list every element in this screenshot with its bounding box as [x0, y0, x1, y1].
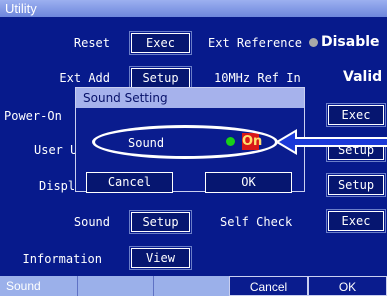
ext-reference-label: Ext Reference: [208, 36, 302, 50]
dialog-ok-button[interactable]: OK: [205, 172, 292, 193]
softkey-4[interactable]: Cancel: [229, 276, 308, 296]
ext-reference-indicator-icon: [309, 38, 318, 47]
sound-label: Sound: [73, 215, 110, 229]
power-on-label: Power-On: [4, 109, 62, 123]
ref-in-value: Valid: [343, 69, 383, 85]
self-check-label: Self Check: [220, 215, 293, 229]
window-title: Utility: [0, 0, 387, 17]
information-view-button[interactable]: View: [129, 246, 192, 270]
softkey-2[interactable]: [77, 276, 153, 296]
softkey-1[interactable]: Sound: [0, 276, 76, 296]
ext-reference-value[interactable]: Disable: [321, 34, 380, 50]
sound-setup-button[interactable]: Setup: [129, 210, 192, 234]
softkey-3[interactable]: [153, 276, 229, 296]
pointer-arrow-icon: [275, 129, 387, 155]
ext-add-setup-button[interactable]: Setup: [129, 66, 192, 90]
softkey-5[interactable]: OK: [308, 276, 387, 296]
power-on-exec-button[interactable]: Exec: [326, 103, 386, 127]
dialog-cancel-button[interactable]: Cancel: [86, 172, 173, 193]
display-setup-button[interactable]: Setup: [326, 173, 386, 197]
information-label: Information: [22, 252, 102, 266]
utility-screen: Utility Reset Exec Ext Reference Disable…: [0, 0, 387, 296]
reset-exec-button[interactable]: Exec: [129, 31, 192, 55]
highlight-ellipse: [92, 125, 278, 159]
reset-label: Reset: [73, 36, 110, 50]
ext-add-label: Ext Add: [59, 71, 110, 85]
user-label: User U: [34, 143, 78, 157]
ref-in-label: 10MHz Ref In: [214, 71, 301, 85]
dialog-title: Sound Setting: [76, 88, 304, 108]
self-check-exec-button[interactable]: Exec: [326, 209, 386, 233]
